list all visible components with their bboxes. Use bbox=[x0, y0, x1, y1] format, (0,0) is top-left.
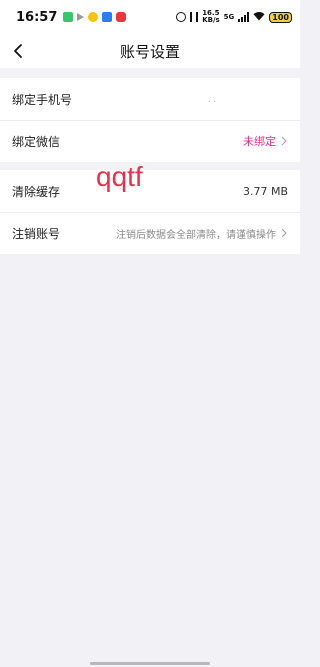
page-title: 账号设置 bbox=[119, 42, 180, 61]
bind-wechat-value-area: 未绑定 bbox=[243, 133, 288, 149]
cancel-account-value-area: 注销后数据会全部清除，请谨慎操作 bbox=[116, 226, 288, 241]
network-speed: 16.5 KB/s bbox=[202, 10, 219, 24]
bind-phone-value-area: .. bbox=[208, 94, 288, 105]
binding-settings-group: 绑定手机号 .. 绑定微信 未绑定 bbox=[0, 78, 300, 162]
bind-wechat-row[interactable]: 绑定微信 未绑定 bbox=[0, 120, 300, 162]
bind-wechat-label: 绑定微信 bbox=[12, 134, 61, 149]
account-settings-screen: 16:57 16.5 KB/s 5G 100 账号设置 绑定手机号 .. 绑定微… bbox=[0, 0, 300, 667]
play-icon bbox=[77, 13, 85, 21]
chevron-right-icon bbox=[281, 228, 287, 238]
clear-cache-row[interactable]: 清除缓存 3.77 MB bbox=[0, 170, 300, 212]
network-speed-unit: KB/s bbox=[202, 16, 220, 24]
bind-wechat-status: 未绑定 bbox=[243, 135, 276, 148]
account-management-group: 清除缓存 3.77 MB 注销账号 注销后数据会全部清除，请谨慎操作 bbox=[0, 170, 300, 254]
bind-phone-label: 绑定手机号 bbox=[12, 92, 73, 107]
cancel-account-label: 注销账号 bbox=[12, 226, 61, 241]
home-indicator[interactable] bbox=[90, 662, 210, 665]
clear-cache-label: 清除缓存 bbox=[12, 184, 61, 199]
cancel-account-warning: 注销后数据会全部清除，请谨慎操作 bbox=[116, 229, 276, 241]
battery-indicator: 100 bbox=[269, 11, 292, 23]
app-notification-icon bbox=[116, 12, 127, 22]
bind-phone-value: .. bbox=[207, 93, 218, 105]
signal-icon bbox=[238, 12, 250, 22]
app-notification-icon bbox=[102, 12, 113, 22]
network-type: 5G bbox=[223, 13, 235, 21]
app-notification-icon bbox=[88, 12, 99, 22]
wifi-icon bbox=[253, 11, 265, 24]
back-arrow-icon[interactable] bbox=[12, 43, 26, 59]
status-indicators: 16.5 KB/s 5G 100 bbox=[176, 10, 292, 24]
watermark-text: qqtf bbox=[96, 161, 143, 192]
nav-bar: 账号设置 bbox=[0, 34, 300, 68]
chevron-right-icon bbox=[281, 136, 287, 146]
clear-cache-value-area: 3.77 MB bbox=[243, 185, 288, 198]
bind-phone-row[interactable]: 绑定手机号 .. bbox=[0, 78, 300, 120]
app-notification-icon bbox=[63, 12, 74, 22]
alarm-icon bbox=[176, 12, 187, 22]
cancel-account-row[interactable]: 注销账号 注销后数据会全部清除，请谨慎操作 bbox=[0, 212, 300, 254]
status-bar: 16:57 16.5 KB/s 5G 100 bbox=[0, 0, 300, 34]
mute-icon bbox=[190, 12, 199, 22]
cache-size-value: 3.77 MB bbox=[242, 184, 288, 198]
status-time: 16:57 bbox=[16, 9, 58, 25]
